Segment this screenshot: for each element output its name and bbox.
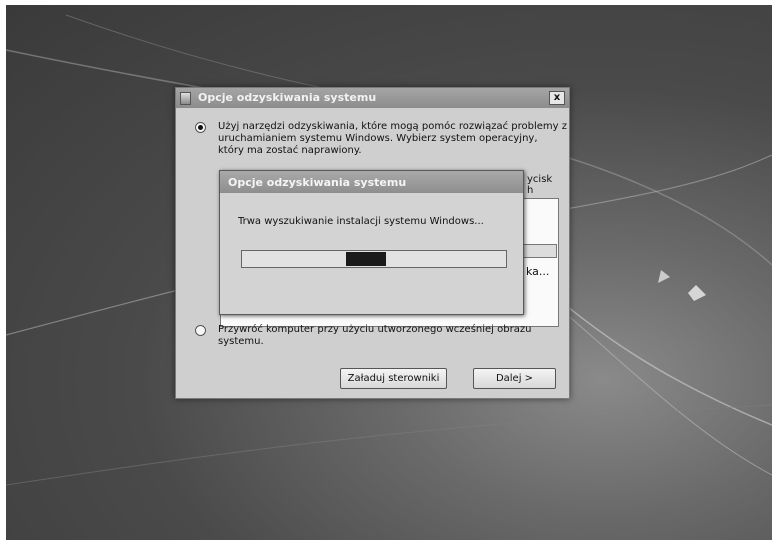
search-progress-bar (241, 250, 507, 268)
load-drivers-button[interactable]: Załaduj sterowniki (340, 368, 447, 389)
option-restore-image-label: Przywróć komputer przy użyciu utworzoneg… (218, 324, 531, 348)
option-repair-line3: który ma zostać naprawiony. (218, 145, 362, 156)
option-restore-image-radio[interactable] (195, 325, 206, 336)
option-repair-radio[interactable] (195, 122, 206, 133)
popup-message: Trwa wyszukiwanie instalacji systemu Win… (238, 216, 484, 227)
app-icon (180, 92, 191, 105)
popup-titlebar[interactable]: Opcje odzyskiwania systemu (220, 171, 523, 193)
os-list-item[interactable]: ka... (526, 266, 549, 277)
search-progress-popup: Opcje odzyskiwania systemu Trwa wyszukiw… (219, 170, 524, 315)
option-repair-line2: uruchamianiem systemu Windows. Wybierz s… (218, 133, 538, 144)
obscured-text-right1: ycisk (527, 174, 553, 185)
close-button[interactable]: x (549, 91, 565, 105)
dialog-titlebar[interactable]: Opcje odzyskiwania systemu x (176, 88, 569, 108)
popup-title: Opcje odzyskiwania systemu (228, 176, 407, 189)
obscured-text-right2: h (527, 185, 534, 196)
progress-marquee-block (346, 252, 386, 266)
option-repair-line1: Użyj narzędzi odzyskiwania, które mogą p… (218, 121, 567, 132)
option-repair-label: Użyj narzędzi odzyskiwania, które mogą p… (218, 121, 567, 157)
next-button[interactable]: Dalej > (473, 368, 556, 389)
option-restore-line2: systemu. (218, 336, 264, 347)
windows-logo-sparkle (658, 270, 706, 301)
option-restore-line1: Przywróć komputer przy użyciu utworzoneg… (218, 324, 532, 335)
os-list-column-header[interactable] (521, 244, 557, 258)
dialog-title: Opcje odzyskiwania systemu (198, 91, 377, 104)
